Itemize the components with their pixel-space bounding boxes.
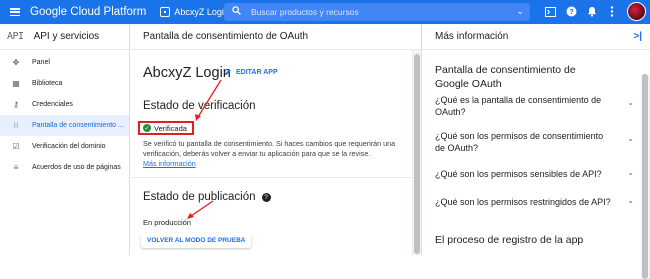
- sidebar-item-label: Pantalla de consentimiento ...: [32, 122, 124, 129]
- main-scrollbar[interactable]: [412, 50, 421, 255]
- edit-app-button[interactable]: EDITAR APP: [224, 68, 278, 76]
- dashboard-icon: ✥: [12, 58, 20, 67]
- search-icon: [232, 6, 241, 18]
- more-vert-icon[interactable]: [605, 5, 618, 18]
- svg-text:?: ?: [569, 7, 574, 16]
- collapse-panel-icon[interactable]: >|: [633, 31, 642, 42]
- agreements-icon: ≡: [13, 163, 19, 172]
- sidebar: API API y servicios ✥ Panel ▦ Biblioteca…: [0, 24, 130, 255]
- edit-app-label: EDITAR APP: [236, 68, 278, 76]
- publishing-heading: Estado de publicación: [143, 191, 256, 203]
- menu-icon[interactable]: [10, 8, 20, 16]
- chevron-down-icon[interactable]: ⌄: [627, 168, 634, 177]
- verification-status: Verificada: [154, 123, 187, 133]
- publishing-status: En producción: [143, 218, 191, 227]
- sidebar-item-panel[interactable]: ✥ Panel: [0, 52, 129, 73]
- page-title: Pantalla de consentimiento de OAuth: [131, 24, 421, 50]
- pencil-icon: [225, 69, 231, 75]
- sidebar-item-library[interactable]: ▦ Biblioteca: [0, 73, 129, 94]
- sidebar-item-label: Biblioteca: [32, 80, 63, 87]
- process-section-title: El proceso de registro de la app: [435, 234, 584, 246]
- section-divider: [131, 177, 421, 178]
- domain-check-icon: ☑: [12, 142, 20, 151]
- faq-item[interactable]: ¿Qué son los permisos de consentimiento …: [435, 130, 615, 154]
- more-info-link[interactable]: Más información: [143, 159, 196, 168]
- sidebar-item-consent-screen[interactable]: ⁝⁝ Pantalla de consentimiento ...: [0, 115, 129, 136]
- chevron-down-icon[interactable]: ⌄: [627, 98, 634, 107]
- help-icon[interactable]: ?: [565, 5, 578, 18]
- faq-item[interactable]: ¿Qué son los permisos restringidos de AP…: [435, 196, 635, 208]
- main-content: Pantalla de consentimiento de OAuth Abcx…: [131, 24, 421, 255]
- sidebar-item-label: Acuerdos de uso de páginas: [32, 164, 121, 171]
- sidebar-item-credentials[interactable]: ⚷ Credenciales: [0, 94, 129, 115]
- scrollbar-thumb[interactable]: [414, 54, 420, 254]
- info-panel: Más información >| Pantalla de consentim…: [421, 24, 650, 279]
- verification-heading: Estado de verificación: [143, 100, 256, 112]
- chevron-down-icon[interactable]: ⌄: [627, 196, 634, 205]
- info-panel-header: Más información >|: [422, 24, 650, 50]
- info-section-title: Pantalla de consentimiento de Google OAu…: [435, 64, 576, 90]
- brand-name[interactable]: Google Cloud Platform: [30, 6, 146, 18]
- search-expand-icon[interactable]: ⌄: [516, 6, 524, 17]
- consent-icon: ⁝⁝: [13, 121, 19, 130]
- faq-item[interactable]: ¿Qué son los permisos sensibles de API?: [435, 168, 635, 180]
- sidebar-item-label: Credenciales: [32, 101, 73, 108]
- faq-item[interactable]: ¿Qué es la pantalla de consentimiento de…: [435, 94, 615, 118]
- project-name: AbcxyZ Login: [174, 7, 229, 17]
- sidebar-header: API API y servicios: [0, 24, 129, 50]
- verified-badge: ✓ Verificada: [138, 121, 194, 135]
- cloud-shell-icon[interactable]: [544, 5, 557, 18]
- sidebar-item-domain-verification[interactable]: ☑ Verificación del dominio: [0, 136, 129, 157]
- check-circle-icon: ✓: [143, 124, 151, 132]
- info-panel-title: Más información: [435, 31, 509, 42]
- search-input[interactable]: [251, 7, 501, 17]
- project-icon: [160, 7, 171, 17]
- avatar[interactable]: [627, 2, 646, 21]
- key-icon: ⚷: [13, 100, 19, 109]
- sidebar-item-label: Panel: [32, 59, 50, 66]
- api-logo: API: [7, 31, 24, 42]
- chevron-down-icon[interactable]: ⌄: [627, 134, 634, 143]
- publishing-heading-row: Estado de publicación?: [143, 191, 271, 203]
- sidebar-item-page-agreements[interactable]: ≡ Acuerdos de uso de páginas: [0, 157, 129, 178]
- app-name: AbcxyZ Login: [143, 65, 231, 81]
- scrollbar-thumb[interactable]: [642, 74, 648, 279]
- back-to-testing-button[interactable]: VOLVER AL MODO DE PRUEBA: [141, 233, 252, 248]
- help-icon[interactable]: ?: [261, 193, 271, 202]
- info-panel-scrollbar[interactable]: [641, 74, 650, 279]
- sidebar-title: API y servicios: [33, 31, 100, 42]
- notifications-icon[interactable]: [585, 5, 598, 18]
- verification-description: Se verificó tu pantalla de consentimient…: [143, 139, 396, 158]
- library-icon: ▦: [12, 79, 20, 88]
- sidebar-item-label: Verificación del dominio: [32, 143, 106, 150]
- search-bar[interactable]: ⌄: [224, 3, 530, 21]
- top-bar: Google Cloud Platform AbcxyZ Login ▾ ⌄ ?: [0, 0, 650, 24]
